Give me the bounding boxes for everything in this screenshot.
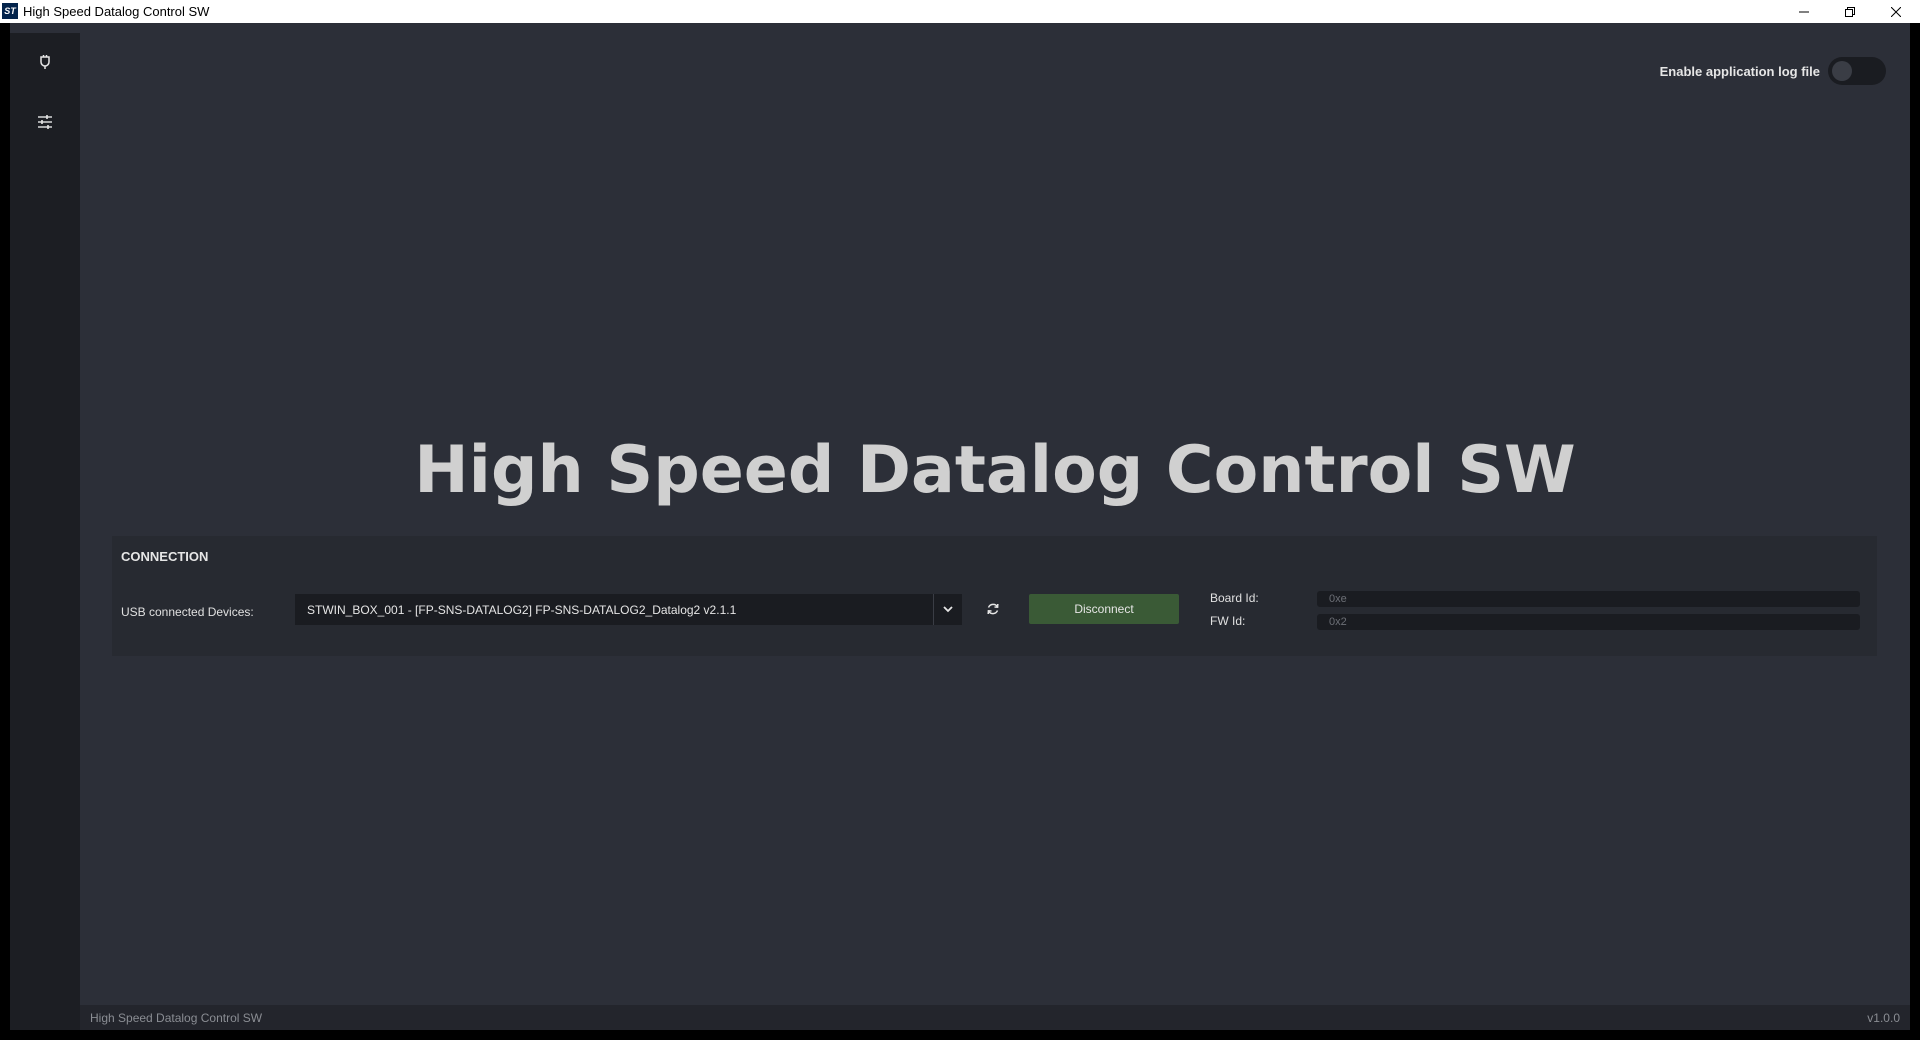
app-window: ST High Speed Datalog Control SW Enable … bbox=[0, 0, 1920, 1040]
status-version: v1.0.0 bbox=[1867, 1011, 1900, 1025]
minimize-button[interactable] bbox=[1781, 0, 1827, 23]
refresh-devices-button[interactable] bbox=[982, 598, 1004, 620]
window-frame-left bbox=[0, 23, 10, 1040]
sidebar-item-settings[interactable] bbox=[10, 93, 80, 151]
device-select[interactable]: STWIN_BOX_001 - [FP-SNS-DATALOG2] FP-SNS… bbox=[295, 594, 962, 625]
close-icon bbox=[1891, 6, 1901, 17]
window-frame-right bbox=[1910, 23, 1920, 1040]
title-bar: ST High Speed Datalog Control SW bbox=[0, 0, 1920, 23]
chevron-down-icon bbox=[943, 606, 953, 613]
sidebar-item-connection[interactable] bbox=[10, 33, 85, 93]
disconnect-button[interactable]: Disconnect bbox=[1029, 594, 1179, 624]
toggle-knob bbox=[1832, 61, 1852, 81]
status-app-name: High Speed Datalog Control SW bbox=[90, 1011, 263, 1025]
app-logo-icon: ST bbox=[2, 3, 18, 19]
log-file-toggle-label: Enable application log file bbox=[1659, 63, 1820, 79]
connection-title: CONNECTION bbox=[121, 549, 209, 564]
minimize-icon bbox=[1799, 11, 1809, 12]
board-id-label: Board Id: bbox=[1210, 591, 1259, 605]
sliders-icon bbox=[38, 115, 52, 129]
page-title: High Speed Datalog Control SW bbox=[414, 433, 1576, 508]
board-id-field: 0xe bbox=[1317, 591, 1860, 607]
usb-devices-label: USB connected Devices: bbox=[121, 605, 254, 619]
window-frame-bottom bbox=[0, 1030, 1920, 1040]
sidebar bbox=[10, 33, 85, 1030]
device-select-value: STWIN_BOX_001 - [FP-SNS-DATALOG2] FP-SNS… bbox=[307, 603, 737, 617]
device-select-arrow[interactable] bbox=[933, 594, 962, 625]
restore-icon bbox=[1845, 6, 1855, 17]
refresh-icon bbox=[987, 603, 999, 615]
log-file-toggle-group: Enable application log file bbox=[1660, 57, 1886, 85]
log-file-toggle[interactable] bbox=[1828, 57, 1886, 85]
fw-id-field: 0x2 bbox=[1317, 614, 1860, 630]
close-button[interactable] bbox=[1873, 0, 1919, 23]
fw-id-label: FW Id: bbox=[1210, 614, 1246, 628]
main-content: Enable application log file High Speed D… bbox=[80, 33, 1910, 1005]
connection-panel: CONNECTION USB connected Devices: STWIN_… bbox=[112, 536, 1877, 656]
window-title: High Speed Datalog Control SW bbox=[23, 4, 210, 19]
status-bar: High Speed Datalog Control SW v1.0.0 bbox=[80, 1005, 1910, 1030]
plug-icon bbox=[40, 55, 50, 69]
restore-button[interactable] bbox=[1827, 0, 1873, 23]
